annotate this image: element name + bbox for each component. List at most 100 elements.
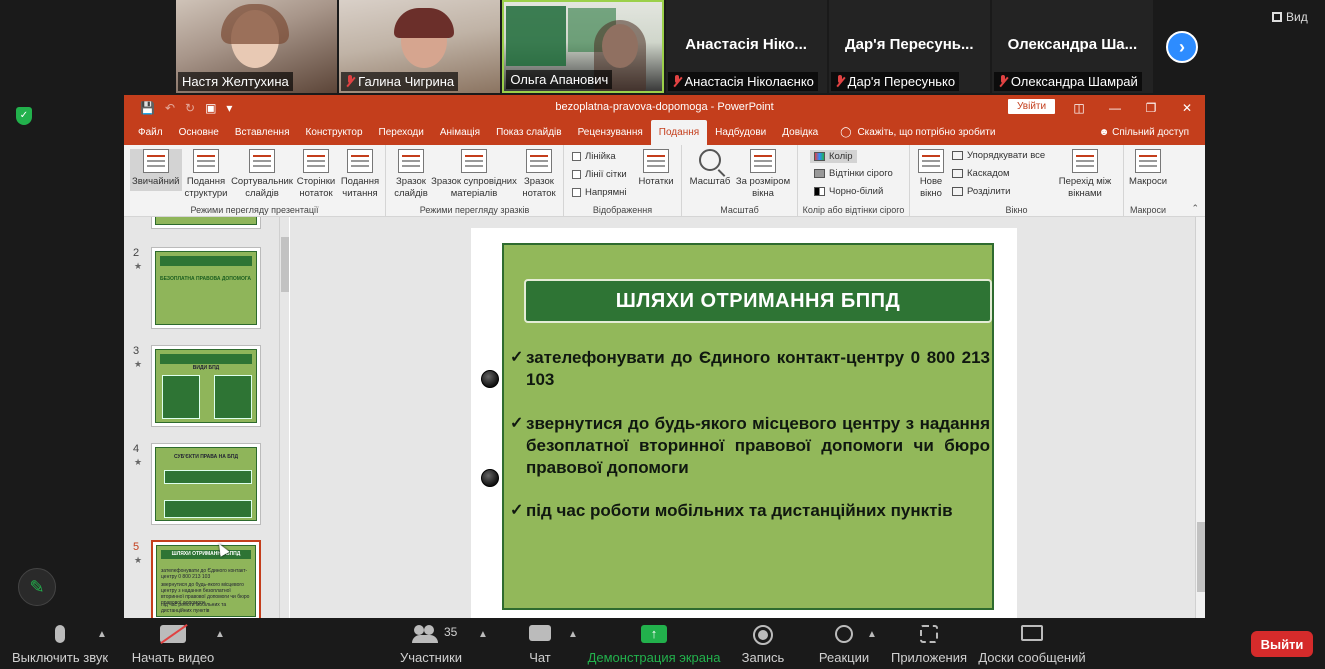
restore-icon[interactable]: ❐ <box>1133 95 1169 120</box>
start-video-button[interactable]: Начать видео <box>130 619 216 669</box>
slide-editing-area[interactable]: ШЛЯХИ ОТРИМАННЯ БППД ✓ зателефонувати до … <box>290 217 1195 618</box>
slide-button-dot-icon[interactable] <box>481 370 499 388</box>
ribbon-group-zoom: Масштаб За розміром вікна Масштаб <box>682 145 798 217</box>
tab-animations[interactable]: Анімація <box>432 120 488 145</box>
reactions-options-chevron-icon[interactable]: ▲ <box>867 629 877 640</box>
grayscale-button[interactable]: Відтінки сірого <box>814 168 893 179</box>
fit-to-window-button[interactable]: За розміром вікна <box>732 149 794 200</box>
slide-thumbnail-current[interactable]: ШЛЯХИ ОТРИМАННЯ БППД зателефонувати до Є… <box>151 540 261 618</box>
collapse-ribbon-icon[interactable]: ⌃ <box>1191 203 1199 214</box>
minimize-icon[interactable]: — <box>1097 95 1133 120</box>
video-options-chevron-icon[interactable]: ▲ <box>215 629 225 640</box>
slide-thumbnail[interactable]: СУБ'ЄКТИ ПРАВА НА БПД <box>151 443 261 525</box>
ribbon-group-macros: Макроси Макроси <box>1124 145 1172 217</box>
notes-master-button[interactable]: Зразок нотаток <box>518 149 560 200</box>
notes-page-button[interactable]: Сторінки нотаток <box>294 149 338 200</box>
pencil-annotate-icon[interactable]: ✎ <box>18 568 56 606</box>
slide-sorter-icon <box>249 149 275 173</box>
chat-options-chevron-icon[interactable]: ▲ <box>568 629 578 640</box>
handout-master-button[interactable]: Зразок супровідних матеріалів <box>430 149 518 200</box>
notes-button[interactable]: Нотатки <box>634 149 678 188</box>
tab-slide-show[interactable]: Показ слайдів <box>488 120 570 145</box>
chat-bubble-icon <box>529 625 551 641</box>
security-shield-icon[interactable]: ✓ <box>16 107 32 125</box>
sign-in-button[interactable]: Увійти <box>1008 99 1056 114</box>
slide-sorter-button[interactable]: Сортувальник слайдів <box>230 149 294 200</box>
tab-home[interactable]: Основне <box>171 120 227 145</box>
gridlines-checkbox[interactable]: Лінії сітки <box>572 169 627 180</box>
mute-button[interactable]: Выключить звук <box>8 619 112 669</box>
participant-tile[interactable]: Галина Чигрина <box>339 0 501 93</box>
normal-view-button[interactable]: Звичайний <box>130 149 182 191</box>
reading-view-button[interactable]: Подання читання <box>338 149 382 200</box>
tab-help[interactable]: Довідка <box>774 120 826 145</box>
checkmark-icon: ✓ <box>510 415 524 432</box>
scrollbar-thumb[interactable] <box>281 237 289 292</box>
tab-insert[interactable]: Вставлення <box>227 120 298 145</box>
tell-me-search[interactable]: ◯ Скажіть, що потрібно зробити <box>840 120 995 145</box>
participant-strip: Настя Желтухина Галина Чигрина Ольга Апа… <box>176 0 1153 93</box>
share-screen-button[interactable]: ↑ Демонстрация экрана <box>588 619 720 669</box>
current-slide[interactable]: ШЛЯХИ ОТРИМАННЯ БППД ✓ зателефонувати до … <box>471 228 1017 618</box>
slide-button-dot-icon[interactable] <box>481 469 499 487</box>
macros-button[interactable]: Макроси <box>1126 149 1170 188</box>
slide-thumbnail[interactable] <box>151 217 261 229</box>
tab-view[interactable]: Подання <box>650 120 708 145</box>
leave-meeting-button[interactable]: Выйти <box>1251 631 1313 657</box>
slide-area-scrollbar[interactable] <box>1195 217 1205 618</box>
participant-tile[interactable]: Анастасія Ніко... Анастасія Ніколаєнко <box>665 0 827 93</box>
redo-icon[interactable]: ↻ <box>185 101 195 115</box>
participant-tile[interactable]: Олександра Ша... Олександра Шамрай <box>991 0 1153 93</box>
scrollbar-thumb[interactable] <box>1197 522 1205 592</box>
slide-master-button[interactable]: Зразок слайдів <box>392 149 430 200</box>
close-icon[interactable]: ✕ <box>1169 95 1205 120</box>
slide-bullet: ✓ під час роботи мобільних та дистанційни… <box>510 501 953 520</box>
tab-file[interactable]: Файл <box>130 120 171 145</box>
participant-tile[interactable]: Дар'я Пересунь... Дар'я Пересунько <box>828 0 990 93</box>
split-button[interactable]: Розділити <box>952 186 1010 197</box>
black-white-button[interactable]: Чорно-білий <box>814 186 883 197</box>
outline-view-button[interactable]: Подання структури <box>182 149 230 200</box>
guides-checkbox[interactable]: Напрямні <box>572 187 627 198</box>
present-from-start-icon[interactable]: ▣ <box>205 101 216 115</box>
participant-tile[interactable]: Настя Желтухина <box>176 0 338 93</box>
participant-tile-active-speaker[interactable]: Ольга Апанович <box>502 0 664 93</box>
apps-button[interactable]: Приложения <box>890 619 968 669</box>
participants-button[interactable]: 35 Участники <box>398 619 464 669</box>
new-window-button[interactable]: Нове вікно <box>916 149 946 200</box>
thumbnail-header <box>160 256 252 266</box>
color-button[interactable]: Колір <box>810 150 857 163</box>
ribbon-display-options-icon[interactable]: ◫ <box>1061 95 1097 120</box>
slide-thumbnail[interactable]: ВИДИ БПД <box>151 345 261 427</box>
zoom-button[interactable]: Масштаб <box>688 149 732 188</box>
audio-options-chevron-icon[interactable]: ▲ <box>97 629 107 640</box>
record-button[interactable]: Запись <box>740 619 786 669</box>
tab-transitions[interactable]: Переходи <box>371 120 432 145</box>
switch-windows-button[interactable]: Перехід між вікнами <box>1054 149 1116 200</box>
customize-qat-icon[interactable]: ▾ <box>226 101 232 115</box>
view-button[interactable]: Вид <box>1272 10 1308 24</box>
mic-muted-icon <box>345 75 355 88</box>
thumbnail-box <box>214 375 252 419</box>
thumbnails-scrollbar[interactable] <box>279 217 289 618</box>
reactions-button[interactable]: Реакции <box>818 619 870 669</box>
undo-icon[interactable]: ↶ <box>165 101 175 115</box>
slide-number: 2 <box>133 247 140 259</box>
participants-options-chevron-icon[interactable]: ▲ <box>478 629 488 640</box>
whiteboards-button[interactable]: Доски сообщений <box>978 619 1086 669</box>
tab-design[interactable]: Конструктор <box>298 120 371 145</box>
share-button[interactable]: ☻ Спільний доступ <box>1099 127 1189 138</box>
arrange-all-button[interactable]: Упорядкувати все <box>952 150 1045 161</box>
next-page-arrow-icon[interactable]: › <box>1166 31 1198 63</box>
tab-review[interactable]: Рецензування <box>570 120 651 145</box>
banner-logo <box>506 6 567 66</box>
window-controls: ◫ — ❐ ✕ <box>1061 95 1205 120</box>
ruler-checkbox[interactable]: Лінійка <box>572 151 616 162</box>
save-icon[interactable]: 💾 <box>140 101 155 115</box>
slide-thumbnails-pane: 2 ★ БЕЗОПЛАТНА ПРАВОВА ДОПОМОГА 3 ★ ВИДИ… <box>124 217 279 618</box>
tab-addins[interactable]: Надбудови <box>707 120 774 145</box>
slide-thumbnail[interactable]: БЕЗОПЛАТНА ПРАВОВА ДОПОМОГА <box>151 247 261 329</box>
checkbox-icon <box>572 188 581 197</box>
cascade-button[interactable]: Каскадом <box>952 168 1010 179</box>
chat-button[interactable]: Чат <box>520 619 560 669</box>
